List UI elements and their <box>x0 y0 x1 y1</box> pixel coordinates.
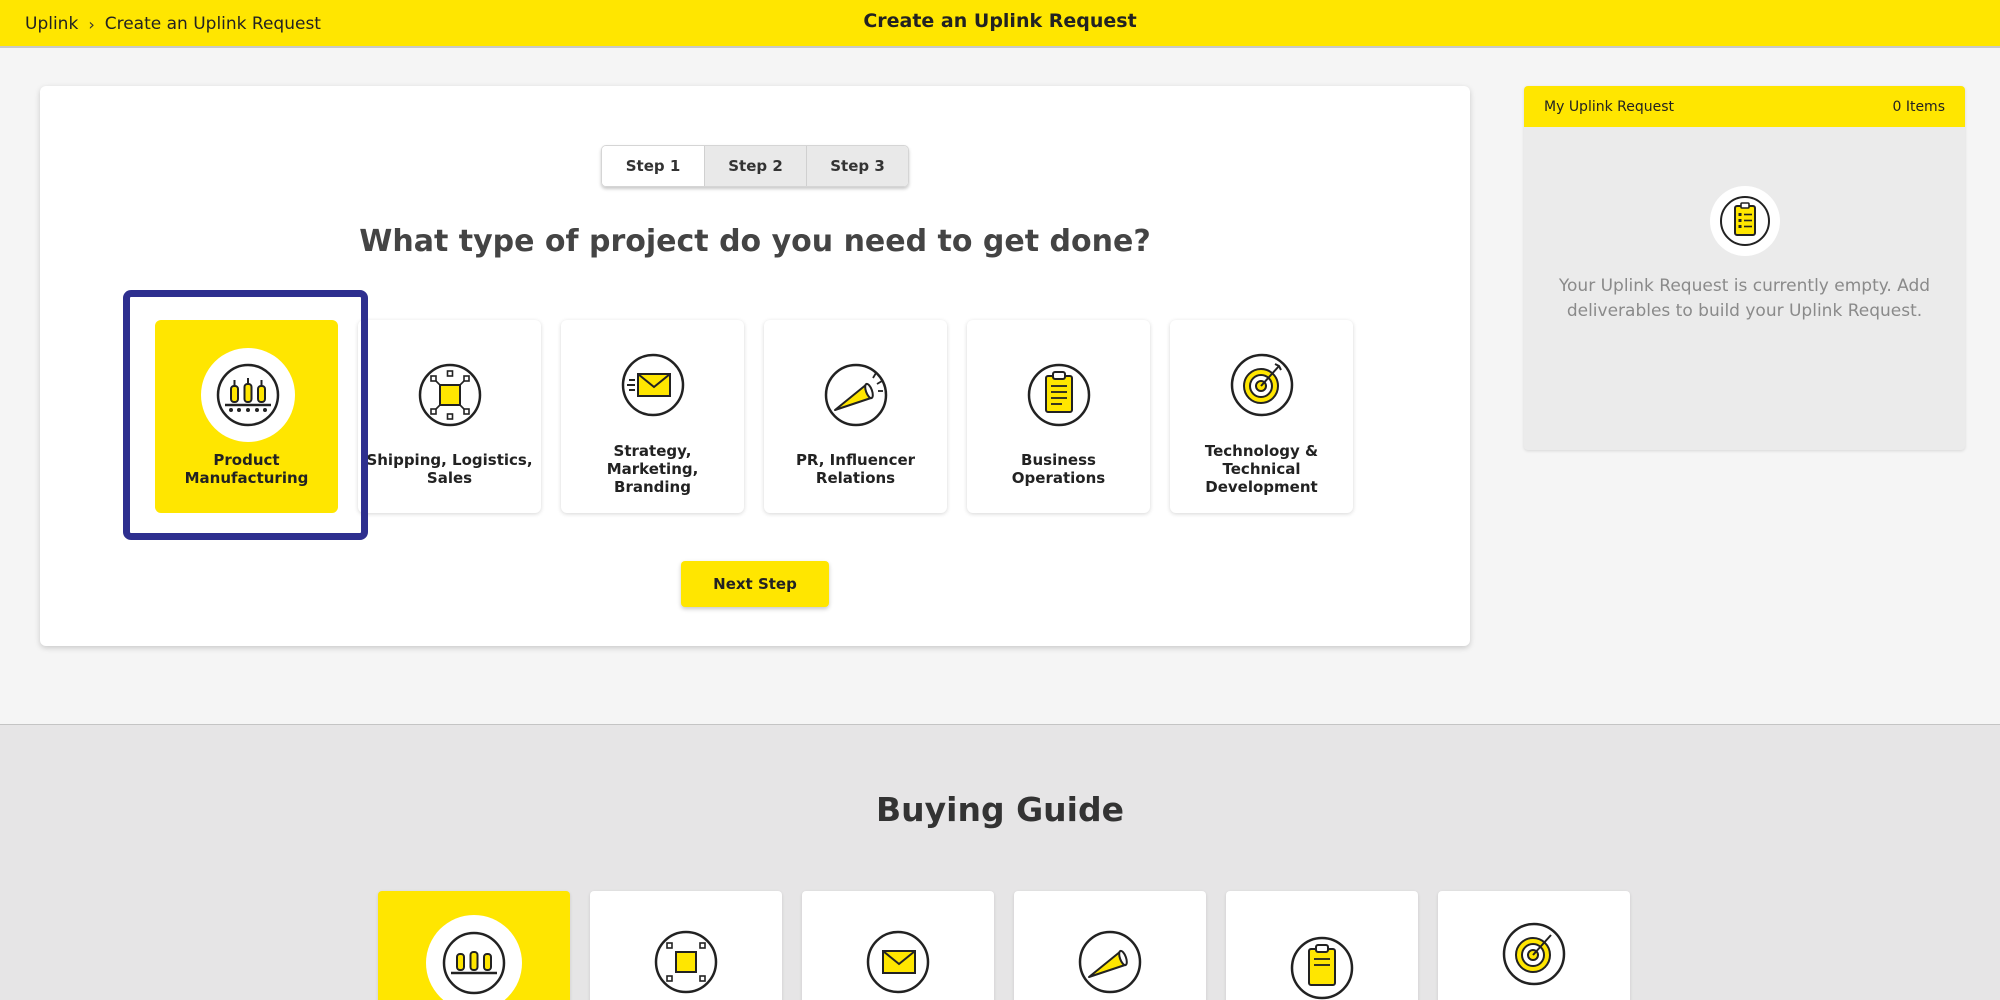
top-bar: Uplink › Create an Uplink Request Create… <box>0 0 2000 48</box>
category-shipping-logistics-sales[interactable]: Shipping, Logistics, Sales <box>358 320 541 513</box>
items-count: 0 Items <box>1892 98 1945 115</box>
category-product-manufacturing[interactable]: Product Manufacturing <box>155 320 338 513</box>
guide-card-product-manufacturing[interactable] <box>378 891 570 1000</box>
icon-circle <box>201 348 295 442</box>
panel-header: My Uplink Request 0 Items <box>1524 86 1965 127</box>
category-technology-technical-development[interactable]: Technology & Technical Development <box>1170 320 1353 513</box>
category-business-operations[interactable]: Business Operations <box>967 320 1150 513</box>
tab-step-1[interactable]: Step 1 <box>602 146 704 186</box>
buying-guide-section <box>0 724 2000 1000</box>
category-label: PR, Influencer Relations <box>770 451 941 487</box>
category-label-line: Branding <box>614 478 691 496</box>
category-label: Business Operations <box>973 451 1144 487</box>
my-uplink-request-panel: My Uplink Request 0 Items Your Uplink Re… <box>1524 86 1965 450</box>
envelope-icon <box>866 930 930 994</box>
category-label-line: Relations <box>815 469 896 487</box>
empty-message-line: deliverables to build your Uplink Reques… <box>1566 301 1923 321</box>
manufacturing-icon <box>216 363 280 427</box>
guide-card-pr-influencer[interactable] <box>1014 891 1206 1000</box>
category-label-line: Business <box>1021 451 1096 469</box>
category-label: Strategy, Marketing, Branding <box>567 442 738 496</box>
buying-guide-title: Buying Guide <box>876 790 1124 829</box>
logistics-network-icon <box>418 363 481 427</box>
manufacturing-icon <box>442 931 506 995</box>
clipboard-icon <box>1027 363 1090 427</box>
guide-card-technology[interactable] <box>1438 891 1630 1000</box>
category-label-line: Marketing, <box>606 460 699 478</box>
category-label: Product Manufacturing <box>161 451 332 487</box>
category-label-line: Strategy, <box>613 442 692 460</box>
megaphone-icon <box>824 363 887 427</box>
target-icon <box>1230 353 1293 417</box>
category-label-line: Operations <box>1011 469 1106 487</box>
category-label-line: Development <box>1205 478 1318 496</box>
empty-state-circle <box>1710 186 1780 256</box>
guide-card-strategy-marketing[interactable] <box>802 891 994 1000</box>
checklist-icon <box>1720 196 1770 246</box>
tab-step-3[interactable]: Step 3 <box>806 146 908 186</box>
category-label-line: PR, Influencer <box>795 451 916 469</box>
clipboard-icon <box>1290 936 1354 1000</box>
category-label-line: Sales <box>426 469 473 487</box>
category-label-line: Shipping, Logistics, <box>366 451 533 469</box>
category-label-line: Manufacturing <box>184 469 309 487</box>
megaphone-icon <box>1078 930 1142 994</box>
panel-title: My Uplink Request <box>1544 98 1675 115</box>
category-label-line: Technical <box>1222 460 1301 478</box>
category-label-line: Technology & <box>1204 442 1319 460</box>
project-question: What type of project do you need to get … <box>359 224 1151 259</box>
step-tabs: Step 1 Step 2 Step 3 <box>601 145 909 187</box>
category-label-line: Product <box>213 451 280 469</box>
empty-message-line: Your Uplink Request is currently empty. … <box>1558 276 1931 296</box>
guide-card-shipping-logistics[interactable] <box>590 891 782 1000</box>
category-label: Shipping, Logistics, Sales <box>364 451 535 487</box>
empty-state-message: Your Uplink Request is currently empty. … <box>1554 274 1935 324</box>
category-strategy-marketing-branding[interactable]: Strategy, Marketing, Branding <box>561 320 744 513</box>
tab-step-2[interactable]: Step 2 <box>704 146 806 186</box>
logistics-network-icon <box>654 930 718 994</box>
icon-circle <box>426 915 522 1000</box>
page-title: Create an Uplink Request <box>863 10 1137 32</box>
guide-card-business-operations[interactable] <box>1226 891 1418 1000</box>
category-pr-influencer-relations[interactable]: PR, Influencer Relations <box>764 320 947 513</box>
next-step-button[interactable]: Next Step <box>681 561 829 607</box>
target-icon <box>1502 922 1566 986</box>
category-label: Technology & Technical Development <box>1176 442 1347 496</box>
envelope-icon <box>621 353 684 417</box>
